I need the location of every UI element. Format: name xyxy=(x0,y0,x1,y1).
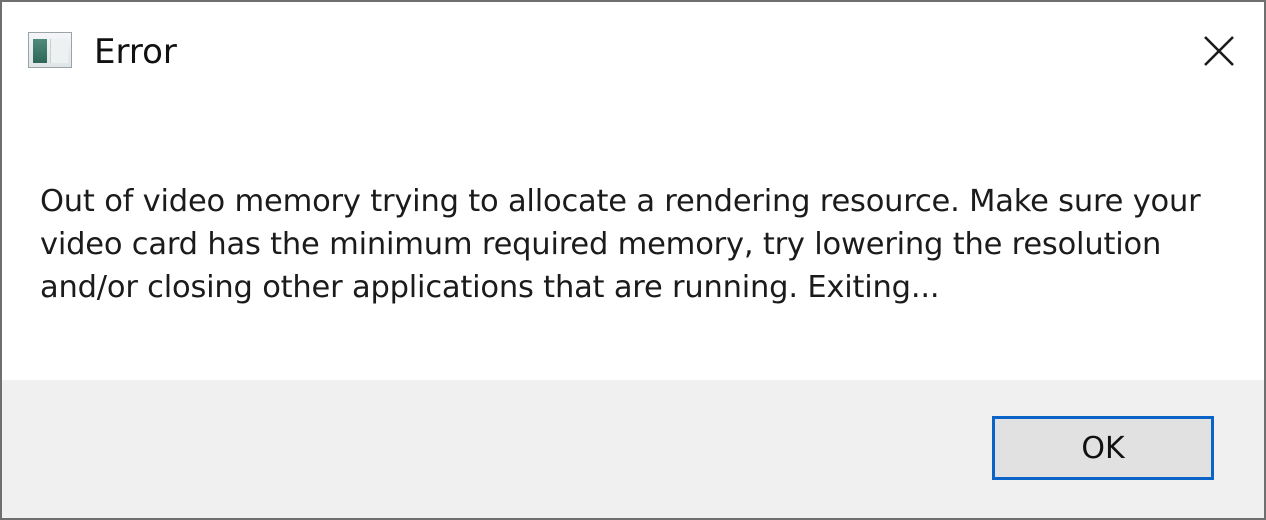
title-bar[interactable]: Error xyxy=(2,2,1264,102)
dialog-footer: OK xyxy=(2,380,1264,518)
error-message: Out of video memory trying to allocate a… xyxy=(40,184,1201,305)
close-icon xyxy=(1204,36,1234,66)
ok-button-focus-inner xyxy=(997,421,1209,475)
dialog-title: Error xyxy=(94,32,177,72)
app-icon-right-pane xyxy=(50,39,68,63)
close-button[interactable] xyxy=(1182,18,1254,82)
error-dialog: Error Out of video memory trying to allo… xyxy=(0,0,1266,520)
app-icon-left-pane xyxy=(33,39,47,63)
application-window-icon xyxy=(28,32,72,68)
ok-button[interactable]: OK xyxy=(992,416,1214,480)
dialog-content: Out of video memory trying to allocate a… xyxy=(2,102,1264,380)
